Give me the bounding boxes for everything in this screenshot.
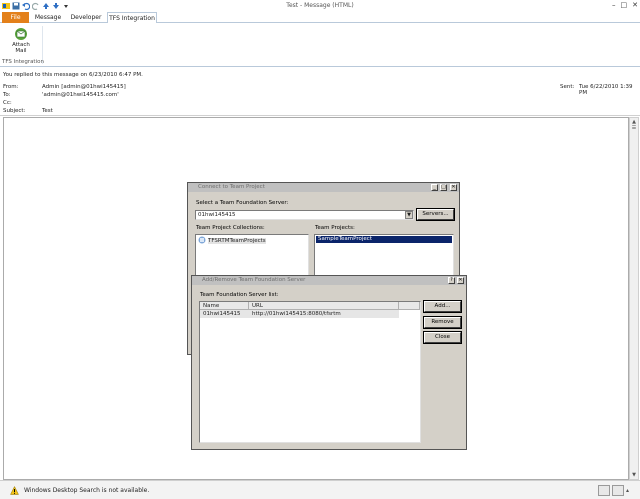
- sent-label: Sent:: [560, 84, 575, 90]
- sent-value: Tue 6/22/2010 1:39 PM: [579, 84, 633, 96]
- server-select-label: Select a Team Foundation Server:: [196, 200, 289, 206]
- team-projects-list[interactable]: SampleTeamProject: [314, 234, 454, 279]
- window-controls: – □ ✕: [612, 1, 638, 9]
- table-row[interactable]: 01hwi145415 http://01hwi145415:8080/tfsr…: [200, 310, 399, 318]
- add-remove-server-dialog: Add/Remove Team Foundation Server ? ✕ Te…: [191, 275, 467, 450]
- row-url-cell: http://01hwi145415:8080/tfsrtm: [252, 311, 341, 317]
- collection-label: TFSRTMTeamProjects: [208, 238, 266, 244]
- subject-label: Subject:: [3, 108, 26, 114]
- team-projects-label: Team Projects:: [315, 225, 355, 231]
- row-name-cell: 01hwi145415: [203, 311, 241, 317]
- server-combobox-value: 01hwi145415: [198, 212, 236, 218]
- message-header: You replied to this message on 6/23/2010…: [0, 68, 640, 116]
- cc-label: Cc:: [3, 100, 12, 106]
- title-bar: Test - Message (HTML) – □ ✕: [0, 0, 640, 12]
- help-icon[interactable]: ?: [448, 277, 455, 284]
- close-icon[interactable]: ✕: [457, 277, 464, 284]
- scroll-thumb[interactable]: ☰: [630, 126, 638, 131]
- addremove-dialog-title: Add/Remove Team Foundation Server: [202, 277, 306, 283]
- close-icon[interactable]: ✕: [450, 184, 457, 191]
- server-combobox[interactable]: 01hwi145415 ▼: [195, 210, 414, 220]
- minimize-icon[interactable]: –: [612, 1, 616, 9]
- tab-message[interactable]: Message: [32, 12, 64, 23]
- status-bar: Windows Desktop Search is not available.…: [0, 480, 640, 499]
- column-header-url[interactable]: URL: [249, 302, 399, 310]
- to-value[interactable]: 'admin@01hwi145415.com': [42, 92, 119, 98]
- remove-server-button[interactable]: Remove: [423, 316, 462, 329]
- add-server-button[interactable]: Add...: [423, 300, 462, 313]
- tab-file[interactable]: File: [2, 12, 29, 23]
- status-text: Windows Desktop Search is not available.: [24, 487, 150, 494]
- maximize-icon[interactable]: □: [440, 184, 447, 191]
- server-listview[interactable]: Name URL 01hwi145415 http://01hwi145415:…: [199, 301, 421, 443]
- server-list-label: Team Foundation Server list:: [200, 292, 279, 298]
- subject-value: Test: [42, 108, 53, 114]
- maximize-icon[interactable]: □: [621, 1, 628, 9]
- ribbon-tab-row: File Message Developer TFS Integration: [0, 12, 640, 24]
- collections-tree[interactable]: TFSRTMTeamProjects: [195, 234, 309, 279]
- tab-developer[interactable]: Developer: [68, 12, 104, 23]
- scroll-down-icon[interactable]: ▼: [630, 471, 638, 479]
- attach-mail-icon: [14, 27, 28, 41]
- collection-item[interactable]: TFSRTMTeamProjects: [198, 236, 266, 246]
- from-value[interactable]: Admin [admin@01hwi145415]: [42, 84, 126, 90]
- collections-label: Team Project Collections:: [196, 225, 265, 231]
- team-project-item[interactable]: SampleTeamProject: [316, 236, 452, 243]
- close-button[interactable]: Close: [423, 331, 462, 344]
- column-header-name[interactable]: Name: [200, 302, 249, 310]
- minimize-icon[interactable]: _: [431, 184, 438, 191]
- ribbon-group-label: TFS Integration: [2, 59, 44, 65]
- collection-icon: [198, 236, 206, 246]
- ribbon: Attach Mail TFS Integration: [0, 23, 640, 67]
- people-pane-icon[interactable]: [598, 485, 610, 496]
- attach-mail-label: Attach Mail: [12, 42, 30, 54]
- servers-button[interactable]: Servers...: [416, 208, 455, 221]
- connect-dialog-title: Connect to Team Project: [198, 184, 265, 190]
- connect-dialog-titlebar: Connect to Team Project: [188, 183, 459, 192]
- reply-info-bar: You replied to this message on 6/23/2010…: [3, 72, 143, 78]
- people-pane-toggle-icon[interactable]: [612, 485, 624, 496]
- expand-icon[interactable]: ▴: [626, 487, 634, 495]
- window-title: Test - Message (HTML): [286, 2, 354, 9]
- from-label: From:: [3, 84, 19, 90]
- column-header-filler: [399, 302, 420, 310]
- vertical-scrollbar[interactable]: ▲ ☰ ▼: [629, 117, 639, 480]
- chevron-down-icon[interactable]: ▼: [405, 211, 413, 219]
- search-warning-icon: [10, 485, 19, 497]
- addremove-dialog-titlebar: Add/Remove Team Foundation Server: [192, 276, 466, 285]
- to-label: To:: [3, 92, 11, 98]
- attach-mail-button[interactable]: Attach Mail: [10, 27, 32, 54]
- close-icon[interactable]: ✕: [632, 1, 638, 9]
